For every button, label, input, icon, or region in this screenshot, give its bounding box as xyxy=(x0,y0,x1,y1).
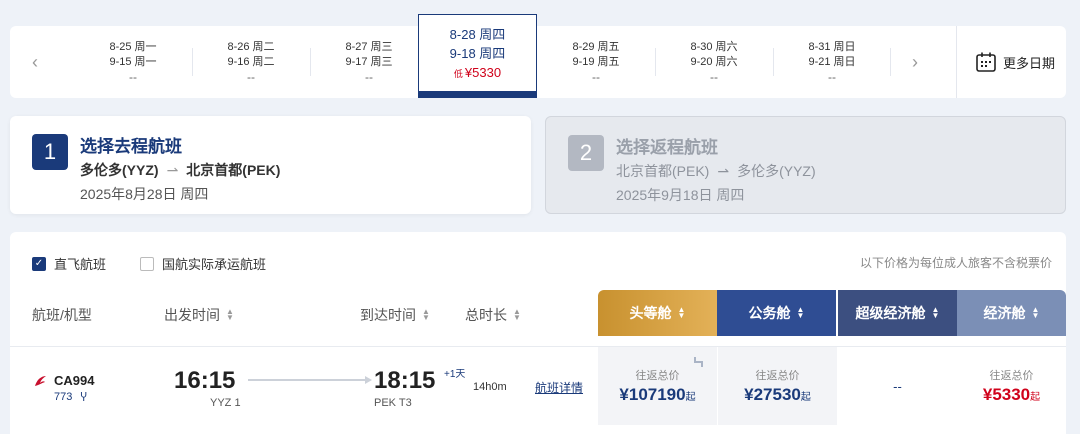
sort-icon: ▲ ▼ xyxy=(1031,305,1040,320)
arrival-airport: PEK T3 xyxy=(374,397,412,409)
flight-row: CA994 773 Ⴤ 16:15 YYZ 1 18:15 +1天 PEK T3… xyxy=(10,346,1066,425)
arrival-time: 18:15 xyxy=(374,367,436,394)
plus-day-badge: +1天 xyxy=(444,369,466,380)
sort-icon: ▲ ▼ xyxy=(796,305,805,320)
sort-arrive-button[interactable]: 到达时间 ▲ ▼ xyxy=(360,305,430,325)
next-dates-button[interactable]: › xyxy=(890,26,940,98)
calendar-icon xyxy=(976,52,996,72)
air-china-operated-checkbox[interactable]: 国航实际承运航班 xyxy=(140,254,266,273)
fare-business[interactable]: 往返总价 ¥27530起 xyxy=(717,347,837,425)
date-option[interactable]: 8-27 周三 9-17 周三 -- xyxy=(310,26,428,98)
checkmark-icon: ✓ xyxy=(32,256,46,271)
date-option[interactable]: 8-30 周六 9-20 周六 -- xyxy=(655,26,773,98)
filter-bar: ✓ 直飞航班 国航实际承运航班 xyxy=(32,254,266,273)
date-option[interactable]: 8-31 周日 9-21 周日 -- xyxy=(773,26,891,98)
step-route: 北京首都(PEK) ⇀ 多伦多(YYZ) xyxy=(616,162,816,180)
seat-icon xyxy=(691,355,705,372)
step-outbound[interactable]: 1 选择去程航班 多伦多(YYZ) ⇀ 北京首都(PEK) 2025年8月28日… xyxy=(10,116,531,214)
departure-airport: YYZ 1 xyxy=(210,397,241,409)
route-arrow-icon: ⇀ xyxy=(166,161,179,178)
step-date: 2025年8月28日 周四 xyxy=(80,186,209,202)
step-title: 选择去程航班 xyxy=(80,137,182,156)
route-arrow-icon: ⇀ xyxy=(717,162,730,179)
flight-details-link[interactable]: 航班详情 xyxy=(535,379,583,396)
chevron-left-icon: ‹ xyxy=(32,51,38,72)
cabin-tab-premium-economy[interactable]: 超级经济舱 ▲ ▼ xyxy=(838,290,957,336)
direct-flights-checkbox[interactable]: ✓ 直飞航班 xyxy=(32,254,106,273)
date-strip: ‹ 8-25 周一 9-15 周一 -- 8-26 周二 9-16 周二 -- … xyxy=(10,14,1066,98)
fare-premium-economy: -- xyxy=(838,347,957,425)
step-date: 2025年9月18日 周四 xyxy=(616,187,745,203)
sort-depart-button[interactable]: 出发时间 ▲ ▼ xyxy=(164,305,234,325)
sort-icon: ▲ ▼ xyxy=(677,305,686,320)
fare-economy[interactable]: 往返总价 ¥5330起 xyxy=(957,347,1066,425)
sort-icon: ▲ ▼ xyxy=(226,307,234,322)
step-title: 选择返程航班 xyxy=(616,138,718,157)
column-flight: 航班/机型 xyxy=(32,307,92,323)
departure-time: 16:15 xyxy=(174,367,236,394)
prev-dates-button[interactable]: ‹ xyxy=(10,26,60,98)
step-return[interactable]: 2 选择返程航班 北京首都(PEK) ⇀ 多伦多(YYZ) 2025年9月18日… xyxy=(545,116,1066,214)
date-option[interactable]: 8-26 周二 9-16 周二 -- xyxy=(192,26,310,98)
date-option[interactable]: 8-25 周一 9-15 周一 -- xyxy=(74,26,192,98)
chevron-right-icon: › xyxy=(912,51,918,72)
aircraft-type[interactable]: 773 xyxy=(54,391,72,404)
cabin-tab-first[interactable]: 头等舱 ▲ ▼ xyxy=(598,290,717,336)
step-number: 1 xyxy=(32,134,68,170)
date-option-selected[interactable]: 8-28 周四 9-18 周四 低 ¥5330 xyxy=(418,14,537,98)
lowest-price-badge: 低 xyxy=(453,69,463,79)
cabin-tab-business[interactable]: 公务舱 ▲ ▼ xyxy=(717,290,836,336)
checkbox-empty-icon xyxy=(140,256,155,271)
sort-icon: ▲ ▼ xyxy=(513,307,521,322)
more-dates-button[interactable]: 更多日期 xyxy=(956,26,1066,98)
price-note: 以下价格为每位成人旅客不含税票价 xyxy=(859,256,1052,270)
sort-icon: ▲ ▼ xyxy=(422,307,430,322)
air-china-logo-icon xyxy=(32,373,48,393)
step-route: 多伦多(YYZ) ⇀ 北京首都(PEK) xyxy=(80,161,281,179)
flight-duration: 14h0m xyxy=(473,381,507,393)
flight-number: CA994 xyxy=(54,373,95,388)
flight-path-line xyxy=(248,376,372,384)
meal-icon: Ⴤ xyxy=(80,392,87,404)
step-number: 2 xyxy=(568,135,604,171)
date-option[interactable]: 8-29 周五 9-19 周五 -- xyxy=(537,26,655,98)
sort-icon: ▲ ▼ xyxy=(931,305,940,320)
sort-duration-button[interactable]: 总时长 ▲ ▼ xyxy=(465,305,521,325)
cabin-tab-economy[interactable]: 经济舱 ▲ ▼ xyxy=(957,290,1066,336)
fare-first[interactable]: 往返总价 ¥107190起 xyxy=(598,347,717,425)
